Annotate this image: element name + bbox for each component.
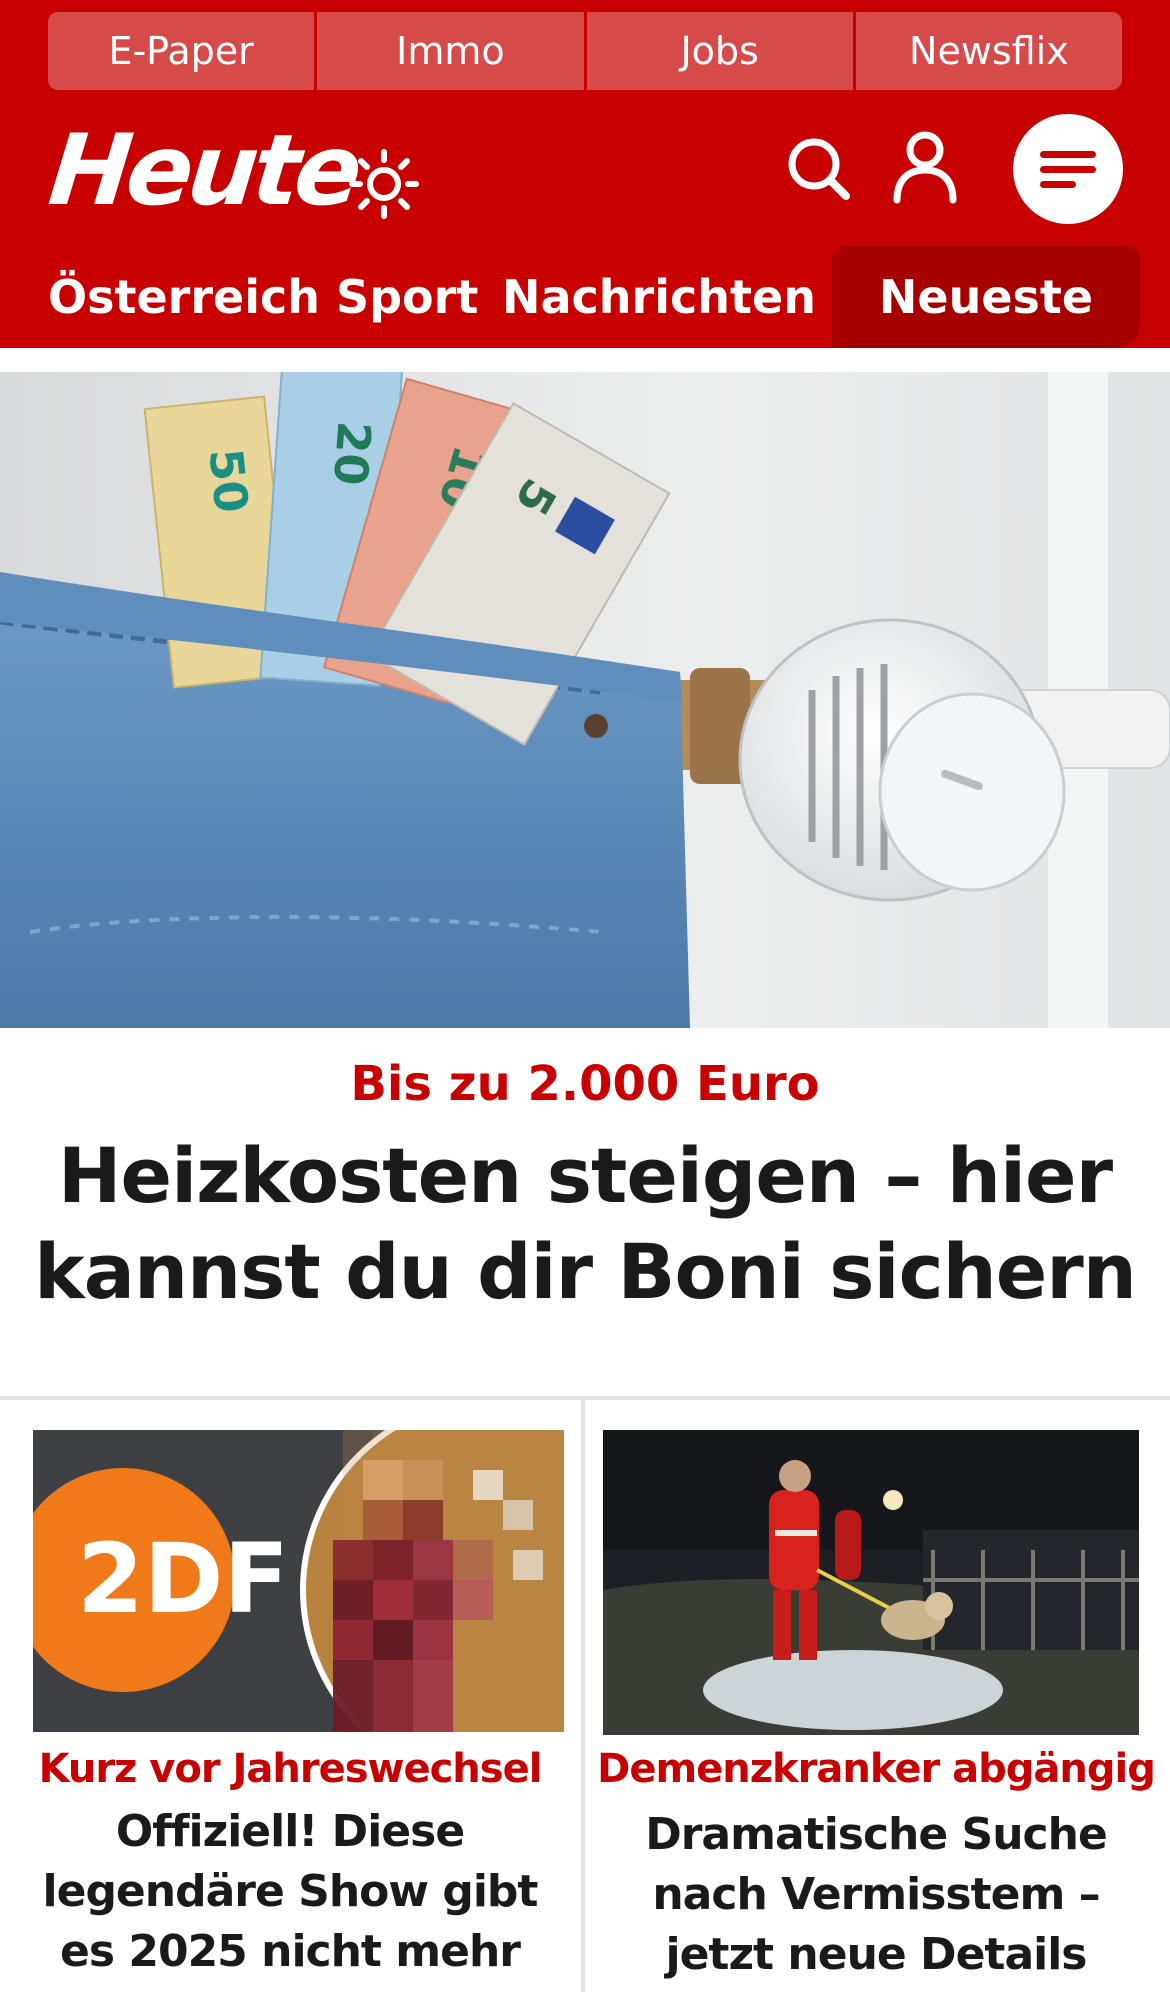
teaser-kicker-left: Kurz vor Jahreswechsel	[38, 1746, 543, 1792]
menu-button[interactable]	[1013, 114, 1123, 224]
quick-link-jobs[interactable]: Jobs	[586, 12, 856, 90]
teaser-headline-right: Dramatische Suche nach Vermisstem – jetz…	[645, 1809, 1108, 1980]
nav-item-nachrichten[interactable]: Nachrichten	[502, 246, 816, 348]
teaser-headline-left: Offiziell! Diese legendäre Show gibt es …	[42, 1806, 539, 1977]
teaser-card-right[interactable]: Demenzkranker abgängig Dramatische Suche…	[586, 1400, 1166, 1992]
column-divider	[581, 1400, 585, 1992]
site-logo[interactable]: Heute	[44, 114, 363, 228]
site-header: E-Paper Immo Jobs Newsflix Heute Österre…	[0, 0, 1170, 348]
zdf-logo-text: 2DF	[77, 1523, 289, 1635]
nav-item-sport[interactable]: Sport	[336, 246, 478, 348]
quick-links-bar: E-Paper Immo Jobs Newsflix	[48, 12, 1122, 90]
teaser-kicker-right: Demenzkranker abgängig	[597, 1746, 1156, 1792]
teaser-image-left[interactable]: 2DF	[33, 1430, 564, 1732]
nav-item-neueste[interactable]: Neueste	[832, 246, 1140, 348]
nav-item-oesterreich[interactable]: Österreich	[48, 246, 320, 348]
menu-icon	[1040, 151, 1096, 188]
hero-kicker[interactable]: Bis zu 2.000 Euro	[0, 1052, 1170, 1116]
sun-icon[interactable]	[348, 148, 420, 220]
quick-link-newsflix[interactable]: Newsflix	[855, 12, 1122, 90]
teaser-image-right[interactable]	[603, 1430, 1139, 1735]
svg-text:50: 50	[198, 446, 258, 515]
hero-headline[interactable]: Heizkosten steigen – hier kannst du dir …	[20, 1128, 1150, 1320]
teaser-card-left[interactable]: 2DF Kurz vor Jahreswechsel Offiziell! Di…	[0, 1400, 580, 1992]
user-icon[interactable]	[890, 130, 960, 204]
quick-link-immo[interactable]: Immo	[317, 12, 587, 90]
search-icon[interactable]	[784, 134, 854, 204]
svg-text:20: 20	[323, 420, 381, 488]
quick-link-epaper[interactable]: E-Paper	[48, 12, 318, 90]
main-nav: Österreich Sport Nachrichten Neueste	[0, 246, 1170, 348]
hero-image[interactable]: 50 20 10 5	[0, 372, 1170, 1028]
